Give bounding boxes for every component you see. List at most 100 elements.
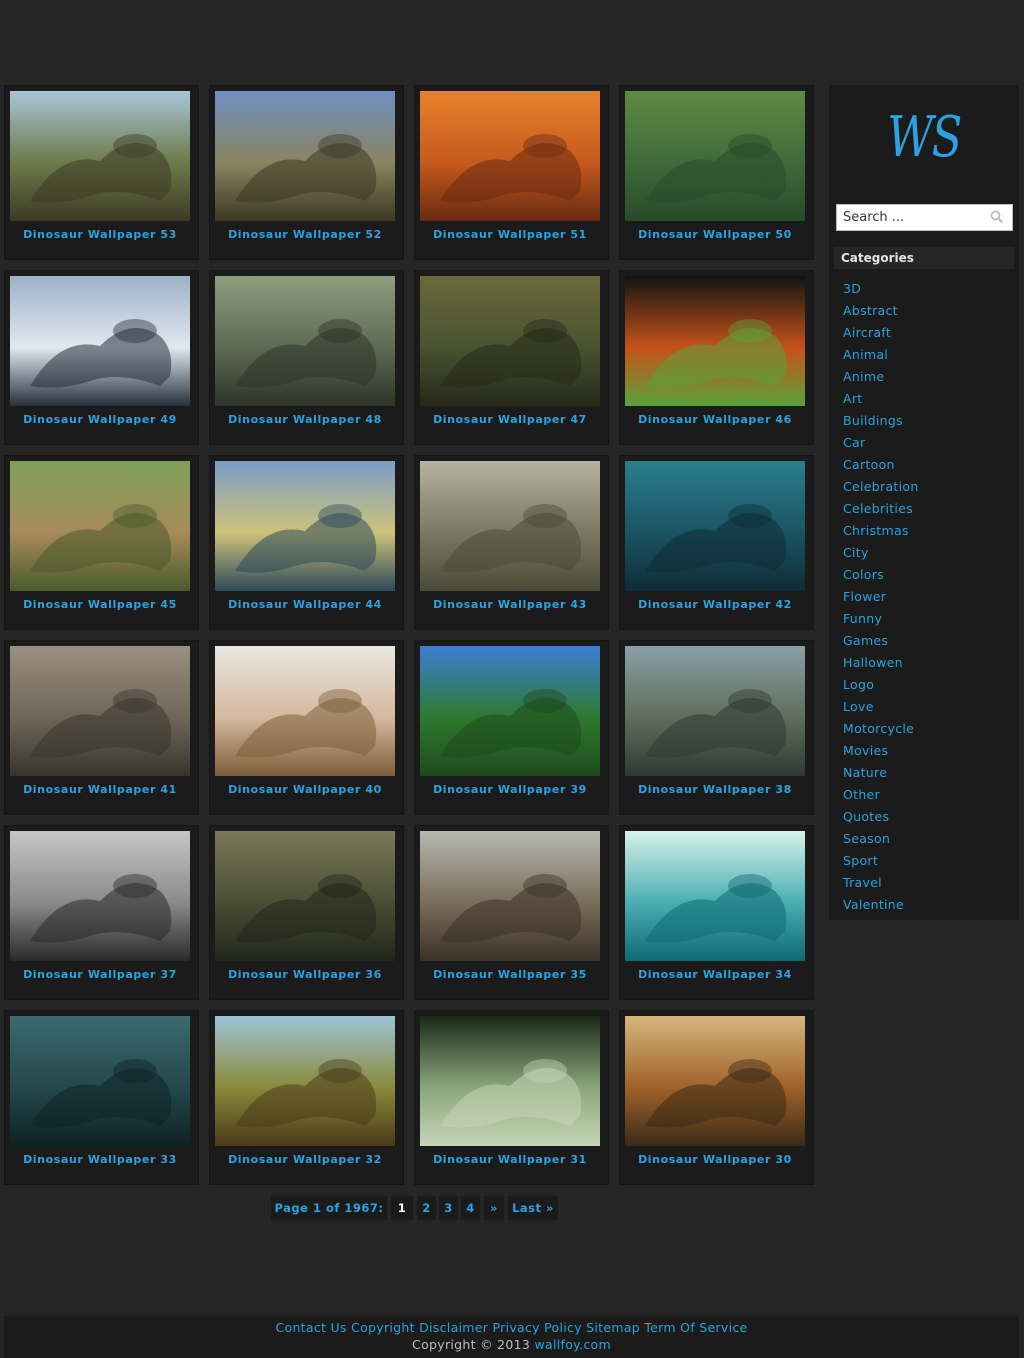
wallpaper-thumbnail[interactable] — [215, 646, 395, 776]
category-link[interactable]: Motorcycle — [843, 721, 914, 736]
wallpaper-title-link[interactable]: Dinosaur Wallpaper 30 — [620, 1153, 810, 1166]
category-link[interactable]: Cartoon — [843, 457, 895, 472]
wallpaper-image — [10, 461, 190, 591]
category-link[interactable]: Other — [843, 787, 880, 802]
wallpaper-image — [10, 1016, 190, 1146]
category-link[interactable]: Christmas — [843, 523, 909, 538]
wallpaper-title-link[interactable]: Dinosaur Wallpaper 53 — [5, 228, 195, 241]
category-link[interactable]: 3D — [843, 281, 861, 296]
page-link-4[interactable]: 4 — [461, 1196, 480, 1220]
category-link[interactable]: Sport — [843, 853, 878, 868]
wallpaper-title-link[interactable]: Dinosaur Wallpaper 33 — [5, 1153, 195, 1166]
wallpaper-thumbnail[interactable] — [215, 91, 395, 221]
wallpaper-title-link[interactable]: Dinosaur Wallpaper 47 — [415, 413, 605, 426]
page-link-3[interactable]: 3 — [439, 1196, 458, 1220]
wallpaper-title-link[interactable]: Dinosaur Wallpaper 36 — [210, 968, 400, 981]
wallpaper-card: Dinosaur Wallpaper 34 — [619, 825, 814, 1000]
wallpaper-title-link[interactable]: Dinosaur Wallpaper 39 — [415, 783, 605, 796]
wallpaper-title-link[interactable]: Dinosaur Wallpaper 45 — [5, 598, 195, 611]
wallpaper-thumbnail[interactable] — [10, 91, 190, 221]
wallpaper-title-link[interactable]: Dinosaur Wallpaper 32 — [210, 1153, 400, 1166]
wallpaper-title-link[interactable]: Dinosaur Wallpaper 43 — [415, 598, 605, 611]
wallpaper-thumbnail[interactable] — [625, 276, 805, 406]
footer-link-contact[interactable]: Contact Us — [275, 1320, 346, 1335]
wallpaper-card: Dinosaur Wallpaper 41 — [4, 640, 199, 815]
wallpaper-title-link[interactable]: Dinosaur Wallpaper 51 — [415, 228, 605, 241]
footer-link-terms[interactable]: Term Of Service — [644, 1320, 747, 1335]
category-link[interactable]: Animal — [843, 347, 888, 362]
wallpaper-thumbnail[interactable] — [420, 831, 600, 961]
site-link[interactable]: wallfoy.com — [534, 1337, 610, 1352]
category-item: Cartoon — [843, 454, 919, 476]
category-link[interactable]: Nature — [843, 765, 887, 780]
last-page-button[interactable]: Last » — [508, 1196, 558, 1220]
category-item: City — [843, 542, 919, 564]
search-icon[interactable] — [990, 210, 1004, 224]
search-input[interactable] — [837, 205, 987, 230]
category-link[interactable]: Season — [843, 831, 890, 846]
footer-link-disclaimer[interactable]: Disclaimer — [419, 1320, 488, 1335]
wallpaper-thumbnail[interactable] — [215, 1016, 395, 1146]
wallpaper-title-link[interactable]: Dinosaur Wallpaper 42 — [620, 598, 810, 611]
wallpaper-title-link[interactable]: Dinosaur Wallpaper 40 — [210, 783, 400, 796]
wallpaper-thumbnail[interactable] — [215, 276, 395, 406]
wallpaper-title-link[interactable]: Dinosaur Wallpaper 31 — [415, 1153, 605, 1166]
wallpaper-title-link[interactable]: Dinosaur Wallpaper 37 — [5, 968, 195, 981]
wallpaper-title-link[interactable]: Dinosaur Wallpaper 41 — [5, 783, 195, 796]
wallpaper-thumbnail[interactable] — [10, 646, 190, 776]
wallpaper-thumbnail[interactable] — [625, 831, 805, 961]
category-link[interactable]: Games — [843, 633, 888, 648]
category-link[interactable]: City — [843, 545, 869, 560]
page-link-2[interactable]: 2 — [417, 1196, 436, 1220]
wallpaper-thumbnail[interactable] — [625, 646, 805, 776]
wallpaper-thumbnail[interactable] — [10, 461, 190, 591]
category-link[interactable]: Love — [843, 699, 874, 714]
wallpaper-thumbnail[interactable] — [420, 461, 600, 591]
category-link[interactable]: Travel — [843, 875, 882, 890]
footer-link-privacy[interactable]: Privacy Policy — [493, 1320, 582, 1335]
category-link[interactable]: Funny — [843, 611, 882, 626]
category-link[interactable]: Anime — [843, 369, 884, 384]
wallpaper-thumbnail[interactable] — [215, 831, 395, 961]
wallpaper-card: Dinosaur Wallpaper 32 — [209, 1010, 404, 1185]
category-link[interactable]: Logo — [843, 677, 874, 692]
category-link[interactable]: Celebration — [843, 479, 919, 494]
wallpaper-thumbnail[interactable] — [10, 831, 190, 961]
wallpaper-thumbnail[interactable] — [420, 1016, 600, 1146]
wallpaper-title-link[interactable]: Dinosaur Wallpaper 44 — [210, 598, 400, 611]
wallpaper-thumbnail[interactable] — [625, 461, 805, 591]
wallpaper-thumbnail[interactable] — [625, 91, 805, 221]
site-logo[interactable]: WS — [848, 105, 1000, 170]
category-link[interactable]: Colors — [843, 567, 884, 582]
wallpaper-title-link[interactable]: Dinosaur Wallpaper 49 — [5, 413, 195, 426]
wallpaper-title-link[interactable]: Dinosaur Wallpaper 38 — [620, 783, 810, 796]
wallpaper-title-link[interactable]: Dinosaur Wallpaper 52 — [210, 228, 400, 241]
wallpaper-thumbnail[interactable] — [420, 276, 600, 406]
category-link[interactable]: Buildings — [843, 413, 903, 428]
wallpaper-thumbnail[interactable] — [10, 1016, 190, 1146]
category-link[interactable]: Quotes — [843, 809, 889, 824]
category-link[interactable]: Flower — [843, 589, 886, 604]
category-link[interactable]: Valentine — [843, 897, 904, 912]
wallpaper-title-link[interactable]: Dinosaur Wallpaper 34 — [620, 968, 810, 981]
category-link[interactable]: Movies — [843, 743, 888, 758]
wallpaper-thumbnail[interactable] — [215, 461, 395, 591]
category-link[interactable]: Art — [843, 391, 863, 406]
wallpaper-title-link[interactable]: Dinosaur Wallpaper 35 — [415, 968, 605, 981]
wallpaper-title-link[interactable]: Dinosaur Wallpaper 50 — [620, 228, 810, 241]
footer-link-copyright[interactable]: Copyright — [351, 1320, 415, 1335]
category-link[interactable]: Aircraft — [843, 325, 891, 340]
wallpaper-title-link[interactable]: Dinosaur Wallpaper 48 — [210, 413, 400, 426]
wallpaper-thumbnail[interactable] — [10, 276, 190, 406]
category-link[interactable]: Hallowen — [843, 655, 903, 670]
wallpaper-thumbnail[interactable] — [420, 646, 600, 776]
category-item: Motorcycle — [843, 718, 919, 740]
footer-link-sitemap[interactable]: Sitemap — [586, 1320, 640, 1335]
wallpaper-thumbnail[interactable] — [625, 1016, 805, 1146]
next-page-button[interactable]: » — [484, 1196, 504, 1220]
category-link[interactable]: Car — [843, 435, 865, 450]
category-link[interactable]: Abstract — [843, 303, 898, 318]
wallpaper-title-link[interactable]: Dinosaur Wallpaper 46 — [620, 413, 810, 426]
wallpaper-thumbnail[interactable] — [420, 91, 600, 221]
category-link[interactable]: Celebrities — [843, 501, 913, 516]
